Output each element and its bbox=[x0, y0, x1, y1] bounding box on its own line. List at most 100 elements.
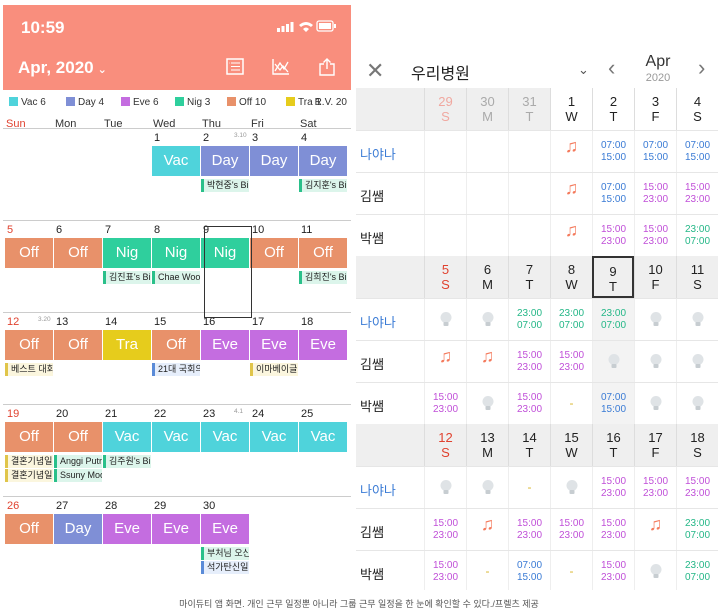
shift-cell[interactable] bbox=[508, 215, 550, 257]
memo-label[interactable]: 석가탄신일 bbox=[201, 561, 249, 574]
shift-block[interactable]: Vac bbox=[152, 146, 200, 176]
day-number[interactable]: 19 bbox=[7, 408, 19, 420]
shift-cell[interactable]: 15:00 23:00 bbox=[508, 509, 550, 551]
shift-cell[interactable] bbox=[466, 173, 508, 215]
day-number[interactable]: 8 bbox=[154, 224, 160, 236]
date-header-cell[interactable]: 14 T bbox=[508, 424, 550, 466]
shift-cell[interactable]: 15:00 23:00 bbox=[550, 341, 592, 383]
date-header-cell[interactable]: 4S bbox=[676, 88, 718, 130]
shift-cell[interactable]: ♫ bbox=[466, 341, 508, 383]
shift-cell[interactable]: 15:00 23:00 bbox=[676, 173, 718, 215]
shift-cell[interactable] bbox=[424, 215, 466, 257]
shift-block[interactable]: Tra bbox=[103, 330, 151, 360]
date-header-cell[interactable]: 11 S bbox=[676, 256, 718, 298]
day-number[interactable]: 17 bbox=[252, 316, 264, 328]
shift-cell[interactable]: 15:00 23:00 bbox=[634, 173, 676, 215]
shift-block[interactable]: Eve bbox=[103, 514, 151, 544]
shift-block[interactable]: Eve bbox=[201, 514, 249, 544]
date-header-cell[interactable]: 10 F bbox=[634, 256, 676, 298]
day-number[interactable]: 3 bbox=[252, 132, 258, 144]
shift-cell[interactable] bbox=[466, 467, 508, 509]
shift-block[interactable]: Off bbox=[250, 238, 298, 268]
day-number[interactable]: 27 bbox=[56, 500, 68, 512]
shift-cell[interactable]: ♫ bbox=[550, 131, 592, 173]
date-header-cell[interactable]: 5S bbox=[424, 256, 466, 298]
memo-label[interactable]: 김진표's Bir bbox=[103, 271, 151, 284]
day-number[interactable]: 4 bbox=[301, 132, 307, 144]
shift-cell[interactable]: 07:00 15:00 bbox=[508, 551, 550, 590]
shift-cell[interactable]: 07:00 15:00 bbox=[592, 173, 634, 215]
shift-cell[interactable]: 23:00 07:00 bbox=[550, 299, 592, 341]
day-number[interactable]: 26 bbox=[7, 500, 19, 512]
shift-cell[interactable]: - bbox=[550, 383, 592, 425]
shift-cell[interactable] bbox=[550, 467, 592, 509]
shift-cell[interactable]: 15:00 23:00 bbox=[508, 341, 550, 383]
shift-block[interactable]: Day bbox=[299, 146, 347, 176]
day-number[interactable]: 6 bbox=[56, 224, 62, 236]
shift-cell[interactable]: 15:00 23:00 bbox=[424, 383, 466, 425]
day-number[interactable]: 11 bbox=[301, 224, 312, 236]
shift-cell[interactable]: 15:00 23:00 bbox=[592, 509, 634, 551]
shift-cell[interactable]: 15:00 23:00 bbox=[508, 383, 550, 425]
day-number[interactable]: 2 bbox=[203, 132, 209, 144]
shift-cell[interactable]: 23:00 07:00 bbox=[676, 551, 718, 590]
date-header-cell[interactable]: 1W bbox=[550, 88, 592, 130]
shift-block[interactable]: Eve bbox=[250, 330, 298, 360]
shift-block[interactable]: Off bbox=[5, 330, 53, 360]
shift-block[interactable]: Off bbox=[54, 330, 102, 360]
shift-cell[interactable]: ♫ bbox=[424, 341, 466, 383]
shift-cell[interactable]: 15:00 23:00 bbox=[592, 215, 634, 257]
shift-cell[interactable]: 23:00 07:00 bbox=[676, 509, 718, 551]
date-header-cell[interactable]: 15 W bbox=[550, 424, 592, 466]
date-header-cell[interactable]: 9T bbox=[592, 256, 634, 298]
share-icon[interactable] bbox=[317, 58, 337, 76]
list-icon[interactable] bbox=[225, 58, 245, 76]
day-number[interactable]: 14 bbox=[105, 316, 117, 328]
next-month-icon[interactable]: › bbox=[698, 55, 705, 81]
day-number[interactable]: 23 bbox=[203, 408, 215, 420]
day-number[interactable]: 20 bbox=[56, 408, 68, 420]
shift-cell[interactable] bbox=[424, 299, 466, 341]
shift-block[interactable]: Off bbox=[54, 422, 102, 452]
date-header-cell[interactable]: 18 S bbox=[676, 424, 718, 466]
prev-month-icon[interactable]: ‹ bbox=[608, 55, 615, 81]
date-header-cell[interactable]: 17 F bbox=[634, 424, 676, 466]
member-name[interactable]: 나야나 bbox=[360, 312, 396, 331]
shift-cell[interactable] bbox=[592, 341, 634, 383]
shift-block[interactable]: Day bbox=[54, 514, 102, 544]
memo-label[interactable]: 결혼기념일 bbox=[5, 469, 53, 482]
memo-label[interactable]: 21대 국회의원 bbox=[152, 363, 200, 376]
shift-block[interactable]: Off bbox=[152, 330, 200, 360]
shift-cell[interactable]: 23:00 07:00 bbox=[508, 299, 550, 341]
shift-cell[interactable] bbox=[634, 551, 676, 590]
shift-cell[interactable]: 15:00 23:00 bbox=[592, 467, 634, 509]
memo-label[interactable]: Anggi Putri bbox=[54, 455, 102, 468]
shift-cell[interactable]: 07:00 15:00 bbox=[676, 131, 718, 173]
shift-block[interactable]: Nig bbox=[152, 238, 200, 268]
day-number[interactable]: 16 bbox=[203, 316, 215, 328]
memo-label[interactable]: 부처님 오신 bbox=[201, 547, 249, 560]
shift-cell[interactable]: 15:00 23:00 bbox=[634, 215, 676, 257]
shift-cell[interactable] bbox=[508, 173, 550, 215]
memo-label[interactable]: Ssuny Moo bbox=[54, 469, 102, 482]
memo-label[interactable]: 김주원's Bir bbox=[103, 455, 151, 468]
member-name[interactable]: 나야나 bbox=[360, 144, 396, 163]
shift-cell[interactable]: 15:00 23:00 bbox=[592, 551, 634, 590]
shift-block[interactable]: Eve bbox=[201, 330, 249, 360]
memo-label[interactable]: 김지훈's Bir bbox=[299, 179, 347, 192]
shift-cell[interactable] bbox=[466, 131, 508, 173]
shift-block[interactable]: Vac bbox=[152, 422, 200, 452]
shift-cell[interactable] bbox=[676, 299, 718, 341]
shift-block[interactable]: Vac bbox=[201, 422, 249, 452]
shift-cell[interactable] bbox=[424, 467, 466, 509]
shift-cell[interactable] bbox=[508, 131, 550, 173]
day-number[interactable]: 1 bbox=[154, 132, 160, 144]
day-number[interactable]: 18 bbox=[301, 316, 313, 328]
shift-cell[interactable]: 15:00 23:00 bbox=[550, 509, 592, 551]
shift-cell[interactable]: 23:00 07:00 bbox=[676, 215, 718, 257]
member-name[interactable]: 박쌤 bbox=[360, 228, 384, 247]
shift-cell[interactable] bbox=[424, 173, 466, 215]
shift-cell[interactable]: ♫ bbox=[634, 509, 676, 551]
day-number[interactable]: 21 bbox=[105, 408, 117, 420]
group-dropdown-chevron-icon[interactable]: ⌄ bbox=[578, 62, 589, 78]
